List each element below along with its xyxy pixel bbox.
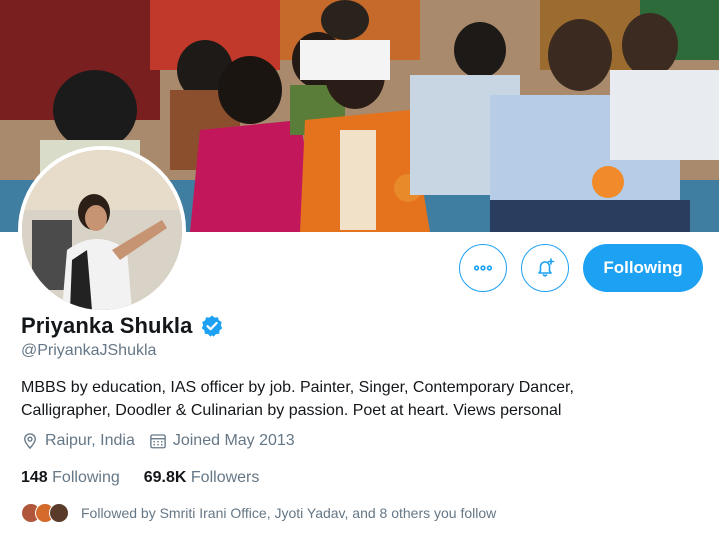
following-count-link[interactable]: 148 Following [21, 469, 120, 487]
joined-text: Joined May 2013 [172, 432, 295, 449]
verified-badge-icon [202, 315, 223, 337]
followers-label: Followers [190, 469, 260, 486]
profile-location: Raipur, India [21, 432, 135, 450]
bio-line: Calligrapher, Doodler & Culinarian by pa… [21, 402, 562, 419]
following-label: Following [52, 469, 120, 486]
bell-plus-icon [538, 258, 555, 277]
location-text: Raipur, India [45, 432, 135, 449]
profile-counts: 148 Following 69.8K Followers [21, 469, 283, 487]
profile-meta: Raipur, India Joined May 2013 [21, 432, 309, 450]
more-options-button[interactable] [459, 244, 507, 292]
profile-name-row: Priyanka Shukla [21, 313, 224, 339]
profile-actions: Following [459, 244, 703, 292]
profile-name: Priyanka Shukla [21, 313, 193, 338]
followed-by-text: Followed by Smriti Irani Office, Jyoti Y… [81, 505, 497, 521]
followed-by-avatars [21, 503, 69, 523]
following-button[interactable]: Following [583, 244, 703, 292]
profile-avatar[interactable] [18, 146, 186, 314]
calendar-icon [150, 434, 166, 449]
followers-count: 69.8K [143, 469, 187, 486]
avatar [49, 503, 69, 523]
location-pin-icon [24, 433, 36, 450]
profile-bio: MBBS by education, IAS officer by job. P… [21, 376, 701, 422]
more-dots-icon [473, 265, 493, 271]
avatar-photo [22, 150, 182, 310]
notifications-button[interactable] [521, 244, 569, 292]
following-count: 148 [21, 469, 48, 486]
profile-joined: Joined May 2013 [149, 432, 295, 450]
bio-line: MBBS by education, IAS officer by job. P… [21, 379, 574, 396]
followed-by-row[interactable]: Followed by Smriti Irani Office, Jyoti Y… [21, 503, 496, 523]
followers-count-link[interactable]: 69.8K Followers [144, 469, 260, 487]
profile-handle: @PriyankaJShukla [21, 342, 157, 359]
